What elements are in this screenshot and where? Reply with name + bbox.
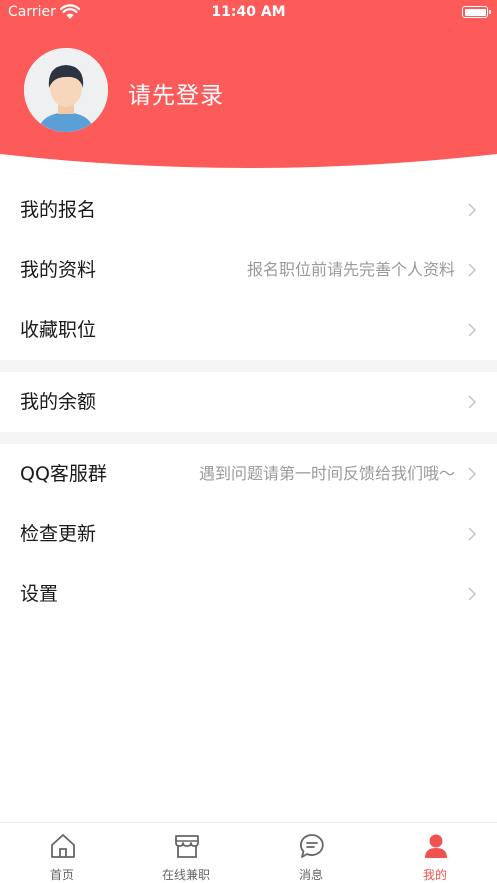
status-bar: Carrier 11:40 AM	[0, 0, 497, 26]
menu-item-check-update[interactable]: 检查更新	[0, 504, 497, 564]
menu-hint: 遇到问题请第一时间反馈给我们哦～	[198, 464, 455, 483]
default-avatar-icon	[24, 48, 108, 132]
tab-label: 首页	[49, 868, 74, 882]
menu-item-saved-jobs[interactable]: 收藏职位	[0, 300, 497, 360]
menu-item-my-signups[interactable]: 我的报名	[0, 180, 497, 240]
chevron-right-icon	[468, 395, 477, 409]
chevron-right-icon	[468, 203, 477, 217]
tab-messages[interactable]: 消息	[249, 823, 373, 883]
chevron-right-icon	[468, 263, 477, 277]
battery-icon	[462, 6, 491, 18]
chevron-right-icon	[468, 587, 477, 601]
home-icon	[51, 834, 75, 858]
tab-label: 消息	[298, 868, 323, 882]
menu-label: 设置	[20, 583, 59, 605]
tab-label: 我的	[422, 868, 447, 882]
store-icon	[175, 835, 199, 858]
menu-item-my-profile[interactable]: 我的资料 报名职位前请先完善个人资料	[0, 240, 497, 300]
person-icon	[425, 834, 447, 858]
menu-item-qq-group[interactable]: QQ客服群 遇到问题请第一时间反馈给我们哦～	[0, 444, 497, 504]
clock: 11:40 AM	[211, 4, 286, 20]
tab-mine[interactable]: 我的	[373, 823, 497, 883]
section-divider	[0, 360, 497, 372]
menu-label: 我的资料	[20, 259, 97, 281]
menu-label: 收藏职位	[20, 319, 97, 341]
menu-label: 检查更新	[20, 523, 97, 545]
tab-bar: 首页 在线兼职 消息 我的	[0, 822, 497, 883]
chevron-right-icon	[468, 467, 477, 481]
menu-hint: 报名职位前请先完善个人资料	[246, 260, 455, 279]
menu-label: 我的余额	[20, 391, 97, 413]
menu-label: 我的报名	[20, 199, 97, 221]
chat-icon	[299, 834, 324, 858]
menu-label: QQ客服群	[20, 463, 107, 485]
chevron-right-icon	[468, 527, 477, 541]
menu-item-my-balance[interactable]: 我的余额	[0, 372, 497, 432]
login-prompt[interactable]: 请先登录	[128, 76, 224, 110]
section-divider	[0, 432, 497, 444]
avatar[interactable]	[24, 48, 108, 132]
tab-home[interactable]: 首页	[0, 823, 124, 883]
tab-online-parttime[interactable]: 在线兼职	[124, 823, 248, 883]
menu-item-settings[interactable]: 设置	[0, 564, 497, 624]
chevron-right-icon	[468, 323, 477, 337]
tab-label: 在线兼职	[161, 868, 210, 882]
